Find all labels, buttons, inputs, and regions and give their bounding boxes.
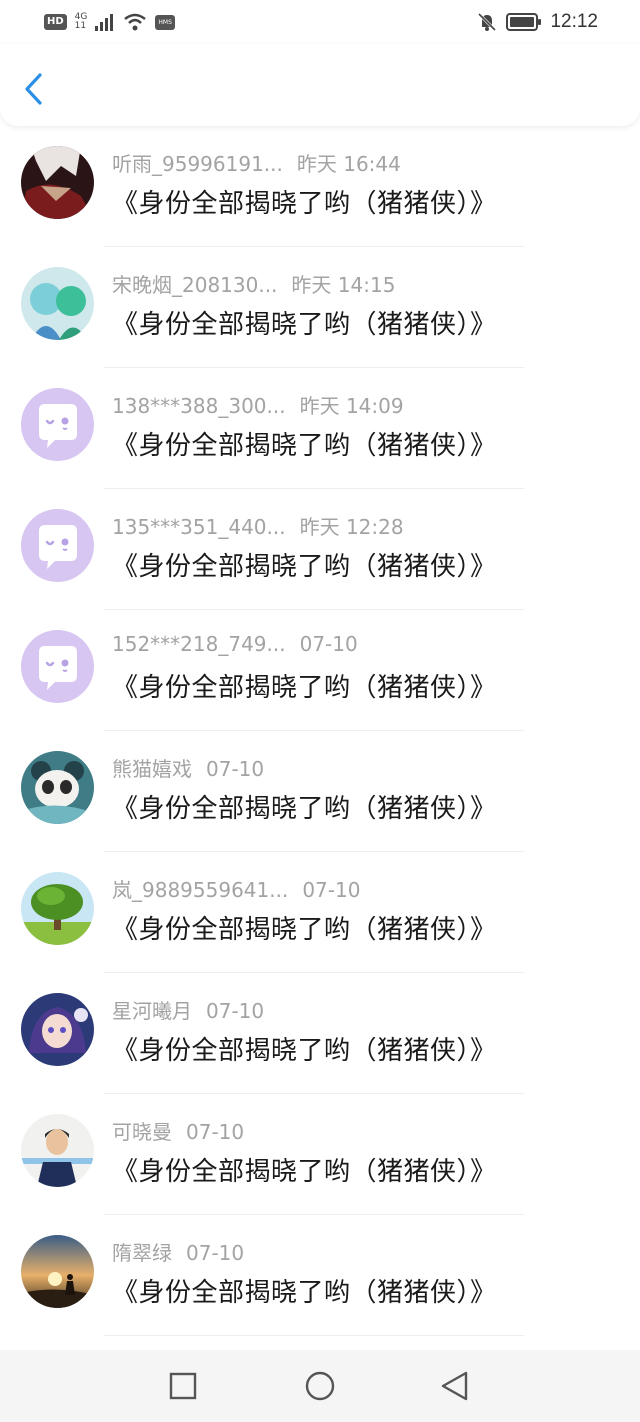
list-item[interactable]: 可晓曼 07-10 《身份全部揭晓了哟（猪猪侠）》 [0,1094,640,1215]
avatar [21,1235,94,1308]
home-button[interactable] [300,1369,340,1405]
status-right: 12:12 [476,11,598,33]
message-time: 07-10 [302,878,361,902]
chat-bubble-icon [21,388,94,461]
wifi-icon [124,13,147,31]
sender-name: 135***351_440... [112,515,286,539]
list-item[interactable]: 隋翠绿 07-10 《身份全部揭晓了哟（猪猪侠）》 [0,1215,640,1336]
recent-apps-button[interactable] [163,1369,203,1405]
avatar [21,872,94,945]
list-item[interactable]: 宋晚烟_208130... 昨天 14:15 《身份全部揭晓了哟（猪猪侠）》 [0,247,640,368]
back-button[interactable] [20,69,50,109]
sender-name: 可晓曼 [112,1120,172,1144]
avatar [21,388,94,461]
network-type: 4G 11 [75,13,88,31]
avatar [21,509,94,582]
message-meta: 可晓曼 07-10 [112,1116,244,1145]
list-item[interactable]: 138***388_300... 昨天 14:09 《身份全部揭晓了哟（猪猪侠）》 [0,368,640,489]
list-item[interactable]: 岚_9889559641... 07-10 《身份全部揭晓了哟（猪猪侠）》 [0,852,640,973]
message-time: 07-10 [186,1241,245,1265]
status-bar: HD 4G 11 HMS 12:12 [0,0,640,44]
message-time: 昨天 14:15 [291,273,396,297]
chat-bubble-icon [21,509,94,582]
message-meta: 宋晚烟_208130... 昨天 14:15 [112,269,395,298]
message-meta: 熊猫嬉戏 07-10 [112,753,264,782]
message-time: 07-10 [206,757,265,781]
sender-name: 岚_9889559641... [112,878,289,902]
avatar [21,993,94,1066]
message-meta: 星河曦月 07-10 [112,995,264,1024]
message-title: 《身份全部揭晓了哟（猪猪侠）》 [112,915,497,945]
message-title: 《身份全部揭晓了哟（猪猪侠）》 [112,552,497,582]
chevron-left-icon [25,73,42,105]
sender-name: 152***218_749... [112,632,286,656]
status-left: HD 4G 11 HMS [44,13,175,31]
message-meta: 152***218_749... 07-10 [112,632,358,656]
avatar [21,630,94,703]
clock: 12:12 [550,11,598,32]
avatar [21,146,94,219]
chat-bubble-icon [21,630,94,703]
message-meta: 隋翠绿 07-10 [112,1237,244,1266]
message-time: 昨天 12:28 [299,515,404,539]
message-meta: 岚_9889559641... 07-10 [112,874,360,903]
message-title: 《身份全部揭晓了哟（猪猪侠）》 [112,673,497,703]
message-meta: 听雨_95996191... 昨天 16:44 [112,148,401,177]
message-title: 《身份全部揭晓了哟（猪猪侠）》 [112,1157,497,1187]
hd-badge: HD [44,14,67,30]
message-time: 07-10 [206,999,265,1023]
message-list: 听雨_95996191... 昨天 16:44 《身份全部揭晓了哟（猪猪侠）》 宋… [0,126,640,1336]
message-title: 《身份全部揭晓了哟（猪猪侠）》 [112,1036,497,1066]
message-time: 昨天 14:09 [299,394,404,418]
list-item[interactable]: 听雨_95996191... 昨天 16:44 《身份全部揭晓了哟（猪猪侠）》 [0,126,640,247]
hms-badge: HMS [155,14,175,30]
network-sub-label: 11 [74,21,87,31]
list-item[interactable]: 熊猫嬉戏 07-10 《身份全部揭晓了哟（猪猪侠）》 [0,731,640,852]
message-title: 《身份全部揭晓了哟（猪猪侠）》 [112,189,497,219]
sender-name: 熊猫嬉戏 [112,757,192,781]
sender-name: 宋晚烟_208130... [112,273,278,297]
signal-icon [95,14,114,31]
list-item[interactable]: 135***351_440... 昨天 12:28 《身份全部揭晓了哟（猪猪侠）》 [0,489,640,610]
header [0,44,640,126]
back-triangle-icon [441,1371,468,1401]
message-time: 昨天 16:44 [296,152,401,176]
avatar [21,751,94,824]
battery-icon [506,13,542,31]
sender-name: 星河曦月 [112,999,192,1023]
divider [104,1335,524,1336]
system-nav-bar [0,1350,640,1422]
message-time: 07-10 [186,1120,245,1144]
message-title: 《身份全部揭晓了哟（猪猪侠）》 [112,1278,497,1308]
message-meta: 138***388_300... 昨天 14:09 [112,390,404,419]
sender-name: 138***388_300... [112,394,286,418]
message-time: 07-10 [299,632,358,656]
list-item[interactable]: 152***218_749... 07-10 《身份全部揭晓了哟（猪猪侠）》 [0,610,640,731]
message-meta: 135***351_440... 昨天 12:28 [112,511,404,540]
message-title: 《身份全部揭晓了哟（猪猪侠）》 [112,310,497,340]
back-nav-button[interactable] [435,1369,475,1405]
list-item[interactable]: 星河曦月 07-10 《身份全部揭晓了哟（猪猪侠）》 [0,973,640,1094]
avatar [21,267,94,340]
avatar [21,1114,94,1187]
message-title: 《身份全部揭晓了哟（猪猪侠）》 [112,431,497,461]
mute-bell-icon [478,12,497,32]
sender-name: 隋翠绿 [112,1241,172,1265]
message-title: 《身份全部揭晓了哟（猪猪侠）》 [112,794,497,824]
sender-name: 听雨_95996191... [112,152,283,176]
recent-apps-icon [169,1372,197,1400]
home-icon [305,1371,335,1401]
